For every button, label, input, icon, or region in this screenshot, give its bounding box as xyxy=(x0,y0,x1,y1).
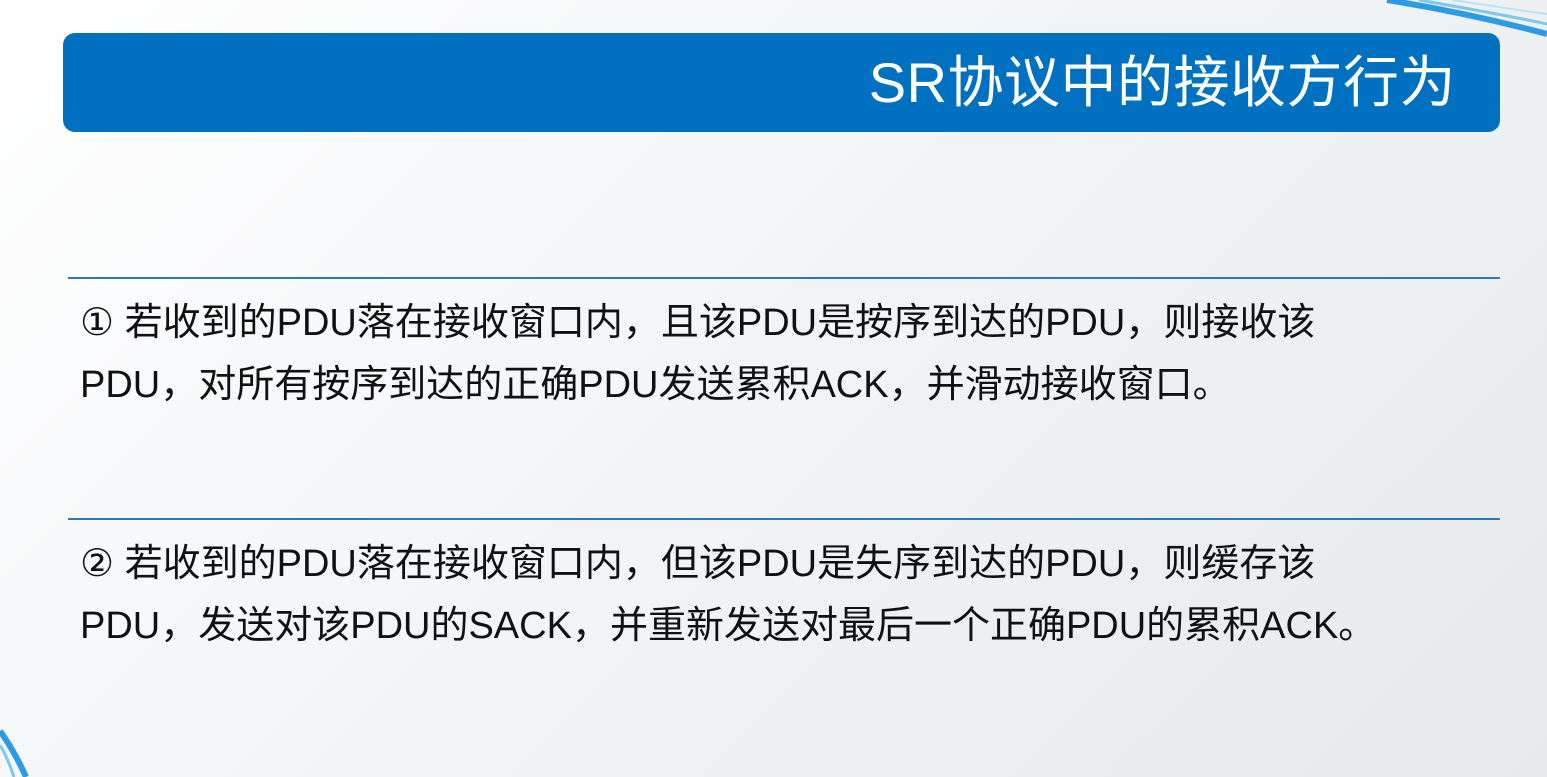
slide-title: SR协议中的接收方行为 xyxy=(868,50,1456,114)
bullet-point-1-line-2: PDU，对所有按序到达的正确PDU发送累积ACK，并滑动接收窗口。 xyxy=(80,364,1231,406)
bullet-point-1: ① 若收到的PDU落在接收窗口内，且该PDU是按序到达的PDU，则接收该 PDU… xyxy=(80,292,1490,416)
bullet-point-2: ② 若收到的PDU落在接收窗口内，但该PDU是失序到达的PDU，则缓存该 PDU… xyxy=(80,533,1490,657)
section-divider-2 xyxy=(68,518,1500,520)
bullet-point-2-line-1: ② 若收到的PDU落在接收窗口内，但该PDU是失序到达的PDU，则缓存该 xyxy=(80,543,1316,585)
title-bar: SR协议中的接收方行为 xyxy=(63,33,1500,132)
slide: SR协议中的接收方行为 ① 若收到的PDU落在接收窗口内，且该PDU是按序到达的… xyxy=(0,0,1547,777)
bullet-point-2-line-2: PDU，发送对该PDU的SACK，并重新发送对最后一个正确PDU的累积ACK。 xyxy=(80,605,1377,647)
section-divider-1 xyxy=(68,277,1500,279)
bottom-left-swoosh-decoration xyxy=(0,729,29,777)
bullet-point-1-line-1: ① 若收到的PDU落在接收窗口内，且该PDU是按序到达的PDU，则接收该 xyxy=(80,302,1316,344)
